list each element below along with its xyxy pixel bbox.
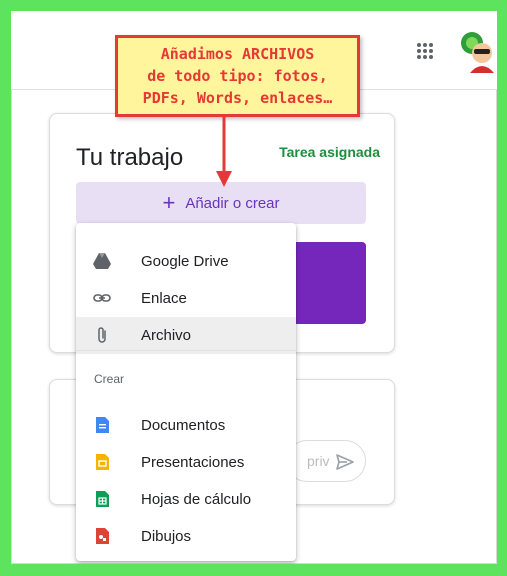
- annotation-arrow-icon: [216, 117, 232, 187]
- menu-item-label: Presentaciones: [141, 454, 245, 471]
- comment-placeholder: priv: [307, 453, 330, 469]
- add-or-create-menu: Google Drive Enlace Archivo Crear Docume…: [76, 223, 296, 561]
- menu-item-docs[interactable]: Documentos: [76, 407, 296, 444]
- send-icon[interactable]: [335, 452, 355, 472]
- drive-icon: [93, 253, 111, 269]
- annotation-line: PDFs, Words, enlaces…: [142, 89, 333, 107]
- docs-icon: [96, 417, 109, 433]
- menu-item-label: Dibujos: [141, 528, 192, 545]
- create-section-heading: Crear: [94, 372, 125, 386]
- attachment-icon: [98, 327, 106, 343]
- add-or-create-label: Añadir o crear: [185, 194, 280, 212]
- classroom-window: Tu trabajo Tarea asignada + Añadir o cre…: [11, 11, 497, 564]
- slides-icon: [96, 454, 109, 470]
- annotation-line: de todo tipo: fotos,: [147, 67, 328, 85]
- menu-item-file[interactable]: Archivo: [76, 317, 296, 354]
- menu-item-label: Hojas de cálculo: [141, 491, 252, 508]
- private-comment-input[interactable]: priv: [286, 440, 366, 482]
- sheets-icon: [96, 491, 109, 507]
- drawings-icon: [96, 528, 109, 544]
- menu-item-label: Google Drive: [141, 253, 229, 270]
- your-work-title: Tu trabajo: [76, 144, 184, 171]
- assignment-status: Tarea asignada: [279, 144, 380, 160]
- annotation-callout: Añadimos ARCHIVOS de todo tipo: fotos, P…: [115, 35, 360, 117]
- menu-item-label: Documentos: [141, 417, 226, 434]
- menu-item-link[interactable]: Enlace: [76, 280, 296, 317]
- menu-item-google-drive[interactable]: Google Drive: [76, 243, 296, 280]
- avatar-icon[interactable]: [458, 29, 497, 73]
- apps-grid-icon[interactable]: [414, 40, 436, 62]
- menu-item-label: Archivo: [141, 327, 192, 344]
- submit-button[interactable]: [286, 242, 366, 324]
- annotation-line: Añadimos ARCHIVOS: [160, 45, 315, 63]
- menu-item-sheets[interactable]: Hojas de cálculo: [76, 481, 296, 518]
- link-icon: [93, 294, 111, 302]
- menu-item-slides[interactable]: Presentaciones: [76, 444, 296, 481]
- menu-item-label: Enlace: [141, 290, 187, 307]
- menu-item-drawings[interactable]: Dibujos: [76, 518, 296, 555]
- plus-icon: +: [162, 190, 176, 215]
- menu-divider: [76, 350, 296, 351]
